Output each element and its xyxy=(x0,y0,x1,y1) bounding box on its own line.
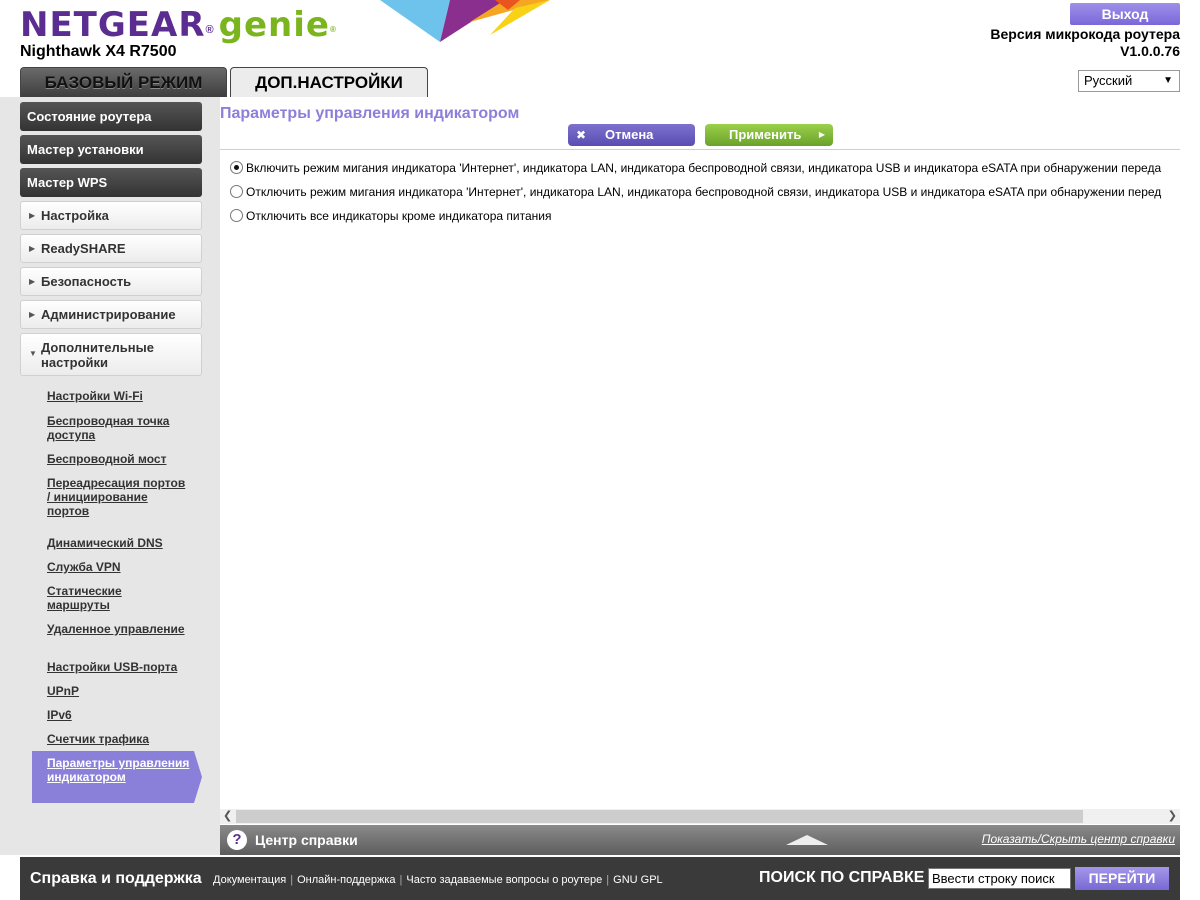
logout-button[interactable]: Выход xyxy=(1070,3,1180,25)
footer-link-documentation[interactable]: Документация xyxy=(213,874,286,886)
footer-links: Документация | Онлайн-поддержка | Часто зада… xyxy=(213,874,663,886)
sidebar-link-ipv6[interactable]: IPv6 xyxy=(47,708,187,722)
tab-basic-mode[interactable]: БАЗОВЫЙ РЕЖИМ xyxy=(20,67,227,97)
chevron-up-icon[interactable] xyxy=(786,835,828,845)
divider: | xyxy=(399,874,403,886)
apply-button[interactable]: Применить ▶ xyxy=(705,124,833,146)
firmware-version-value: V1.0.0.76 xyxy=(1120,43,1180,59)
deco-blue xyxy=(380,0,450,42)
sidebar-link-traffic-meter[interactable]: Счетчик трафика xyxy=(47,732,187,746)
scrollbar-thumb[interactable] xyxy=(236,810,1083,823)
option-label: Отключить все индикаторы кроме индикатор… xyxy=(246,209,552,223)
footer-title: Справка и поддержка xyxy=(30,870,202,887)
brand-mark: ® xyxy=(205,24,215,36)
sidebar-menu-administration[interactable]: ▶ Администрирование xyxy=(20,300,202,329)
netgear-genie-logo: NETGEAR® genie® xyxy=(20,2,337,47)
radio-button-selected[interactable] xyxy=(230,161,243,174)
scroll-right-icon[interactable]: ❯ xyxy=(1168,809,1177,824)
sidebar-link-port-forwarding[interactable]: Переадресация портов / инициирование пор… xyxy=(47,476,187,518)
sidebar-menu-label: Безопасность xyxy=(41,274,132,289)
triangle-right-icon: ▶ xyxy=(29,244,36,253)
product-name: genie xyxy=(218,5,330,45)
footer-link-gnu-gpl[interactable]: GNU GPL xyxy=(613,874,663,886)
header: NETGEAR® genie® Nighthawk X4 R7500 Выход … xyxy=(0,0,1200,97)
close-icon: ✖ xyxy=(576,128,587,142)
main-content: Параметры управления индикатором ✖ Отмен… xyxy=(220,103,1180,823)
horizontal-scrollbar[interactable]: ❮ ❯ xyxy=(220,809,1180,824)
footer-link-online-support[interactable]: Онлайн-поддержка xyxy=(297,874,395,886)
language-select-value: Русский xyxy=(1084,73,1133,88)
page-title: Параметры управления индикатором xyxy=(220,105,520,122)
sidebar-link-upnp[interactable]: UPnP xyxy=(47,684,187,698)
tab-advanced-settings[interactable]: ДОП.НАСТРОЙКИ xyxy=(230,67,428,97)
sidebar-link-wifi-settings[interactable]: Настройки Wi-Fi xyxy=(47,389,187,403)
sidebar-menu-setup[interactable]: ▶ Настройка xyxy=(20,201,202,230)
header-decoration-graphic xyxy=(380,0,550,42)
sidebar-link-vpn-service[interactable]: Служба VPN xyxy=(47,560,187,574)
led-option-enable-blinking[interactable]: Включить режим мигания индикатора 'Интер… xyxy=(230,160,1161,176)
triangle-right-icon: ▶ xyxy=(818,130,825,139)
led-option-disable-all-except-power[interactable]: Отключить все индикаторы кроме индикатор… xyxy=(230,208,551,224)
question-mark-icon: ? xyxy=(227,830,247,850)
radio-button[interactable] xyxy=(230,209,243,222)
sidebar: Состояние роутера Мастер установки Масте… xyxy=(0,97,220,855)
option-label: Отключить режим мигания индикатора 'Инте… xyxy=(246,185,1162,199)
sidebar-link-wireless-ap[interactable]: Беспроводная точка доступа xyxy=(47,414,187,442)
sidebar-menu-label: ReadySHARE xyxy=(41,241,126,256)
sidebar-menu-security[interactable]: ▶ Безопасность xyxy=(20,267,202,296)
chevron-down-icon: ▼ xyxy=(1163,75,1173,86)
sidebar-menu-label: Администрирование xyxy=(41,307,176,322)
footer-link-faq[interactable]: Часто задаваемые вопросы о роутере xyxy=(406,874,602,886)
help-center-bar: ? Центр справки Показать/Скрыть центр сп… xyxy=(220,825,1180,855)
cancel-button[interactable]: ✖ Отмена xyxy=(568,124,695,146)
sidebar-link-led-control[interactable]: Параметры управления индикатором xyxy=(47,756,197,784)
apply-button-label: Применить xyxy=(729,127,802,142)
help-search-go-button[interactable]: ПЕРЕЙТИ xyxy=(1075,867,1169,890)
help-search-input[interactable] xyxy=(928,868,1071,889)
sidebar-menu-label: Дополнительные настройки xyxy=(41,340,154,370)
sidebar-menu-readyshare[interactable]: ▶ ReadySHARE xyxy=(20,234,202,263)
sidebar-item-led-control-active[interactable]: Параметры управления индикатором xyxy=(32,751,202,803)
cancel-button-label: Отмена xyxy=(605,127,654,142)
sidebar-item-setup-wizard[interactable]: Мастер установки xyxy=(20,135,202,164)
help-search-label: ПОИСК ПО СПРАВКЕ xyxy=(759,869,925,886)
triangle-right-icon: ▶ xyxy=(29,277,36,286)
router-model: Nighthawk X4 R7500 xyxy=(20,43,177,60)
led-option-disable-blinking[interactable]: Отключить режим мигания индикатора 'Инте… xyxy=(230,184,1161,200)
sidebar-link-wireless-bridge[interactable]: Беспроводной мост xyxy=(47,452,187,466)
sidebar-link-static-routes[interactable]: Статические маршруты xyxy=(47,584,187,612)
sidebar-menu-label: Настройка xyxy=(41,208,109,223)
sidebar-link-remote-management[interactable]: Удаленное управление xyxy=(47,622,187,636)
help-center-title: Центр справки xyxy=(255,832,358,848)
triangle-down-icon: ▼ xyxy=(29,349,37,358)
divider xyxy=(220,149,1180,155)
option-label: Включить режим мигания индикатора 'Интер… xyxy=(246,161,1162,175)
scroll-left-icon[interactable]: ❮ xyxy=(223,809,232,824)
brand-name: NETGEAR xyxy=(20,5,206,45)
help-center-toggle-link[interactable]: Показать/Скрыть центр справки xyxy=(982,832,1175,846)
divider: | xyxy=(290,874,294,886)
sidebar-link-usb-settings[interactable]: Настройки USB-порта xyxy=(47,660,187,674)
sidebar-item-wps-wizard[interactable]: Мастер WPS xyxy=(20,168,202,197)
footer: Справка и поддержка Документация | Онлайн-… xyxy=(20,857,1180,900)
sidebar-link-dynamic-dns[interactable]: Динамический DNS xyxy=(47,536,187,550)
triangle-right-icon: ▶ xyxy=(29,310,36,319)
triangle-right-icon: ▶ xyxy=(29,211,36,220)
radio-button[interactable] xyxy=(230,185,243,198)
language-select[interactable]: Русский ▼ xyxy=(1078,70,1180,92)
tab-basic-mode-label: БАЗОВЫЙ РЕЖИМ xyxy=(44,73,203,92)
sidebar-item-router-status[interactable]: Состояние роутера xyxy=(20,102,202,131)
firmware-version-label: Версия микрокода роутера xyxy=(990,26,1180,42)
sidebar-menu-advanced-settings[interactable]: ▼ Дополнительные настройки xyxy=(20,333,202,376)
divider: | xyxy=(606,874,610,886)
